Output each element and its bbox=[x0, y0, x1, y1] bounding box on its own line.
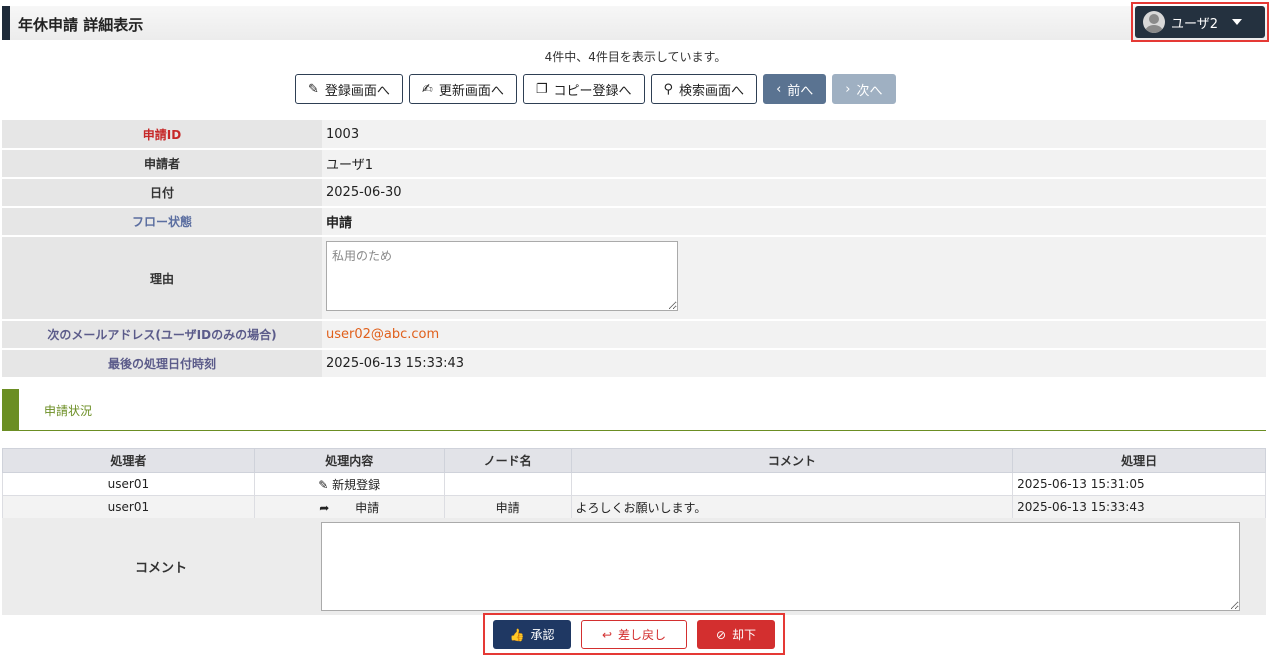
last-processed-value: 2025-06-13 15:33:43 bbox=[322, 349, 1266, 379]
caret-down-icon bbox=[1232, 19, 1243, 25]
col-date: 処理日 bbox=[1012, 448, 1266, 473]
next-label: 次へ bbox=[856, 83, 883, 99]
page-title: 年休申請 詳細表示 bbox=[18, 16, 144, 34]
reason-cell: 私用のため bbox=[322, 236, 1266, 321]
history-header-row: 処理者 処理内容 ノード名 コメント 処理日 bbox=[2, 448, 1266, 473]
copy-register-label: コピー登録へ bbox=[553, 83, 632, 99]
id-value: 1003 bbox=[322, 120, 1266, 150]
processor-cell: user01 bbox=[2, 495, 255, 519]
comment-textarea[interactable] bbox=[321, 522, 1240, 611]
user-menu-highlight: ユーザ2 bbox=[1131, 2, 1269, 42]
date-cell: 2025-06-13 15:31:05 bbox=[1012, 472, 1266, 496]
reason-label: 理由 bbox=[2, 236, 322, 321]
node-cell bbox=[443, 472, 572, 496]
search-screen-button[interactable]: ⚲ 検索画面へ bbox=[650, 74, 758, 104]
node-cell: 申請 bbox=[443, 495, 572, 519]
detail-row-applicant: 申請者 ユーザ1 bbox=[2, 149, 1266, 179]
col-comment: コメント bbox=[570, 448, 1014, 473]
user-avatar-icon bbox=[1143, 11, 1165, 33]
comment-label: コメント bbox=[134, 561, 187, 576]
next-mail-link[interactable]: user02@abc.com bbox=[326, 327, 439, 342]
next-button[interactable]: › 次へ bbox=[832, 74, 896, 104]
prev-button[interactable]: ‹ 前へ bbox=[763, 74, 827, 104]
search-icon: ⚲ bbox=[663, 81, 674, 97]
search-screen-label: 検索画面へ bbox=[679, 83, 745, 99]
send-back-button[interactable]: ↩ 差し戻し bbox=[581, 620, 687, 649]
history-table: 処理者 処理内容 ノード名 コメント 処理日 user01 ✎ 新規登録 202… bbox=[2, 448, 1266, 519]
reject-button[interactable]: ⊘ 却下 bbox=[697, 620, 775, 649]
section-accent-bar bbox=[2, 389, 19, 430]
applicant-value: ユーザ1 bbox=[322, 149, 1266, 179]
detail-row-last-processed: 最後の処理日付時刻 2025-06-13 15:33:43 bbox=[2, 349, 1266, 379]
user-name: ユーザ2 bbox=[1171, 16, 1219, 32]
processor-cell: user01 bbox=[2, 472, 255, 496]
next-mail-cell: user02@abc.com bbox=[322, 320, 1266, 350]
next-mail-label: 次のメールアドレス(ユーザIDのみの場合) bbox=[2, 320, 322, 350]
chevron-left-icon: ‹ bbox=[776, 81, 782, 97]
col-processor: 処理者 bbox=[2, 448, 255, 473]
detail-table: 申請ID 1003 申請者 ユーザ1 日付 2025-06-30 フロー状態 申… bbox=[2, 120, 1266, 379]
action-cell: ✎ 新規登録 bbox=[253, 472, 445, 496]
comment-row: コメント bbox=[2, 518, 1266, 615]
detail-row-flow: フロー状態 申請 bbox=[2, 207, 1266, 237]
copy-icon: ❐ bbox=[535, 81, 548, 97]
flow-status-label: フロー状態 bbox=[2, 207, 322, 237]
date-label: 日付 bbox=[2, 178, 322, 208]
date-cell: 2025-06-13 15:33:43 bbox=[1012, 495, 1266, 519]
reply-icon: ↩ bbox=[601, 627, 613, 642]
application-status-section: 申請状況 bbox=[2, 389, 1266, 431]
update-screen-label: 更新画面へ bbox=[438, 83, 504, 99]
user-menu-button[interactable]: ユーザ2 bbox=[1135, 6, 1265, 38]
copy-register-button[interactable]: ❐ コピー登録へ bbox=[522, 74, 645, 104]
table-row: user01 ➦ 申請 申請 よろしくお願いします。 2025-06-13 15… bbox=[2, 495, 1266, 519]
send-back-label: 差し戻し bbox=[618, 628, 667, 642]
action-text: 新規登録 bbox=[332, 477, 381, 492]
approve-button[interactable]: 👍 承認 bbox=[493, 620, 571, 649]
action-cell: ➦ 申請 bbox=[253, 495, 445, 519]
share-arrow-icon: ➦ bbox=[319, 500, 330, 515]
applicant-label: 申請者 bbox=[2, 149, 322, 179]
page-header: 年休申請 詳細表示 bbox=[2, 6, 1267, 40]
detail-row-mail: 次のメールアドレス(ユーザIDのみの場合) user02@abc.com bbox=[2, 320, 1266, 350]
date-value: 2025-06-30 bbox=[322, 178, 1266, 208]
toolbar: ✎ 登録画面へ ✍ 更新画面へ ❐ コピー登録へ ⚲ 検索画面へ ‹ 前へ › … bbox=[295, 74, 896, 104]
table-row: user01 ✎ 新規登録 2025-06-13 15:31:05 bbox=[2, 472, 1266, 496]
reject-label: 却下 bbox=[732, 628, 757, 642]
pencil-icon: ✎ bbox=[308, 81, 319, 97]
flow-status-value: 申請 bbox=[322, 207, 1266, 237]
reason-textarea[interactable]: 私用のため bbox=[326, 241, 678, 311]
detail-row-reason: 理由 私用のため bbox=[2, 236, 1266, 321]
comment-cell: よろしくお願いします。 bbox=[570, 495, 1014, 519]
section-title: 申請状況 bbox=[44, 404, 93, 418]
chevron-right-icon: › bbox=[845, 81, 851, 97]
col-node: ノード名 bbox=[443, 448, 572, 473]
prev-label: 前へ bbox=[787, 83, 814, 99]
record-count-text: 4件中、4件目を表示しています。 bbox=[544, 50, 727, 64]
id-label: 申請ID bbox=[2, 120, 322, 150]
edit-icon: ✍ bbox=[421, 81, 433, 97]
last-processed-label: 最後の処理日付時刻 bbox=[2, 349, 322, 379]
ban-icon: ⊘ bbox=[715, 627, 727, 642]
detail-row-id: 申請ID 1003 bbox=[2, 120, 1266, 150]
action-text: 申請 bbox=[355, 500, 380, 515]
thumbs-up-icon: 👍 bbox=[509, 627, 525, 642]
update-screen-button[interactable]: ✍ 更新画面へ bbox=[408, 74, 517, 104]
comment-cell bbox=[570, 472, 1014, 496]
col-action: 処理内容 bbox=[253, 448, 445, 473]
approve-label: 承認 bbox=[530, 628, 555, 642]
register-screen-label: 登録画面へ bbox=[324, 83, 390, 99]
pencil-icon: ✎ bbox=[318, 477, 329, 492]
detail-row-date: 日付 2025-06-30 bbox=[2, 178, 1266, 208]
action-buttons-highlight: 👍 承認 ↩ 差し戻し ⊘ 却下 bbox=[483, 613, 785, 655]
register-screen-button[interactable]: ✎ 登録画面へ bbox=[295, 74, 403, 104]
